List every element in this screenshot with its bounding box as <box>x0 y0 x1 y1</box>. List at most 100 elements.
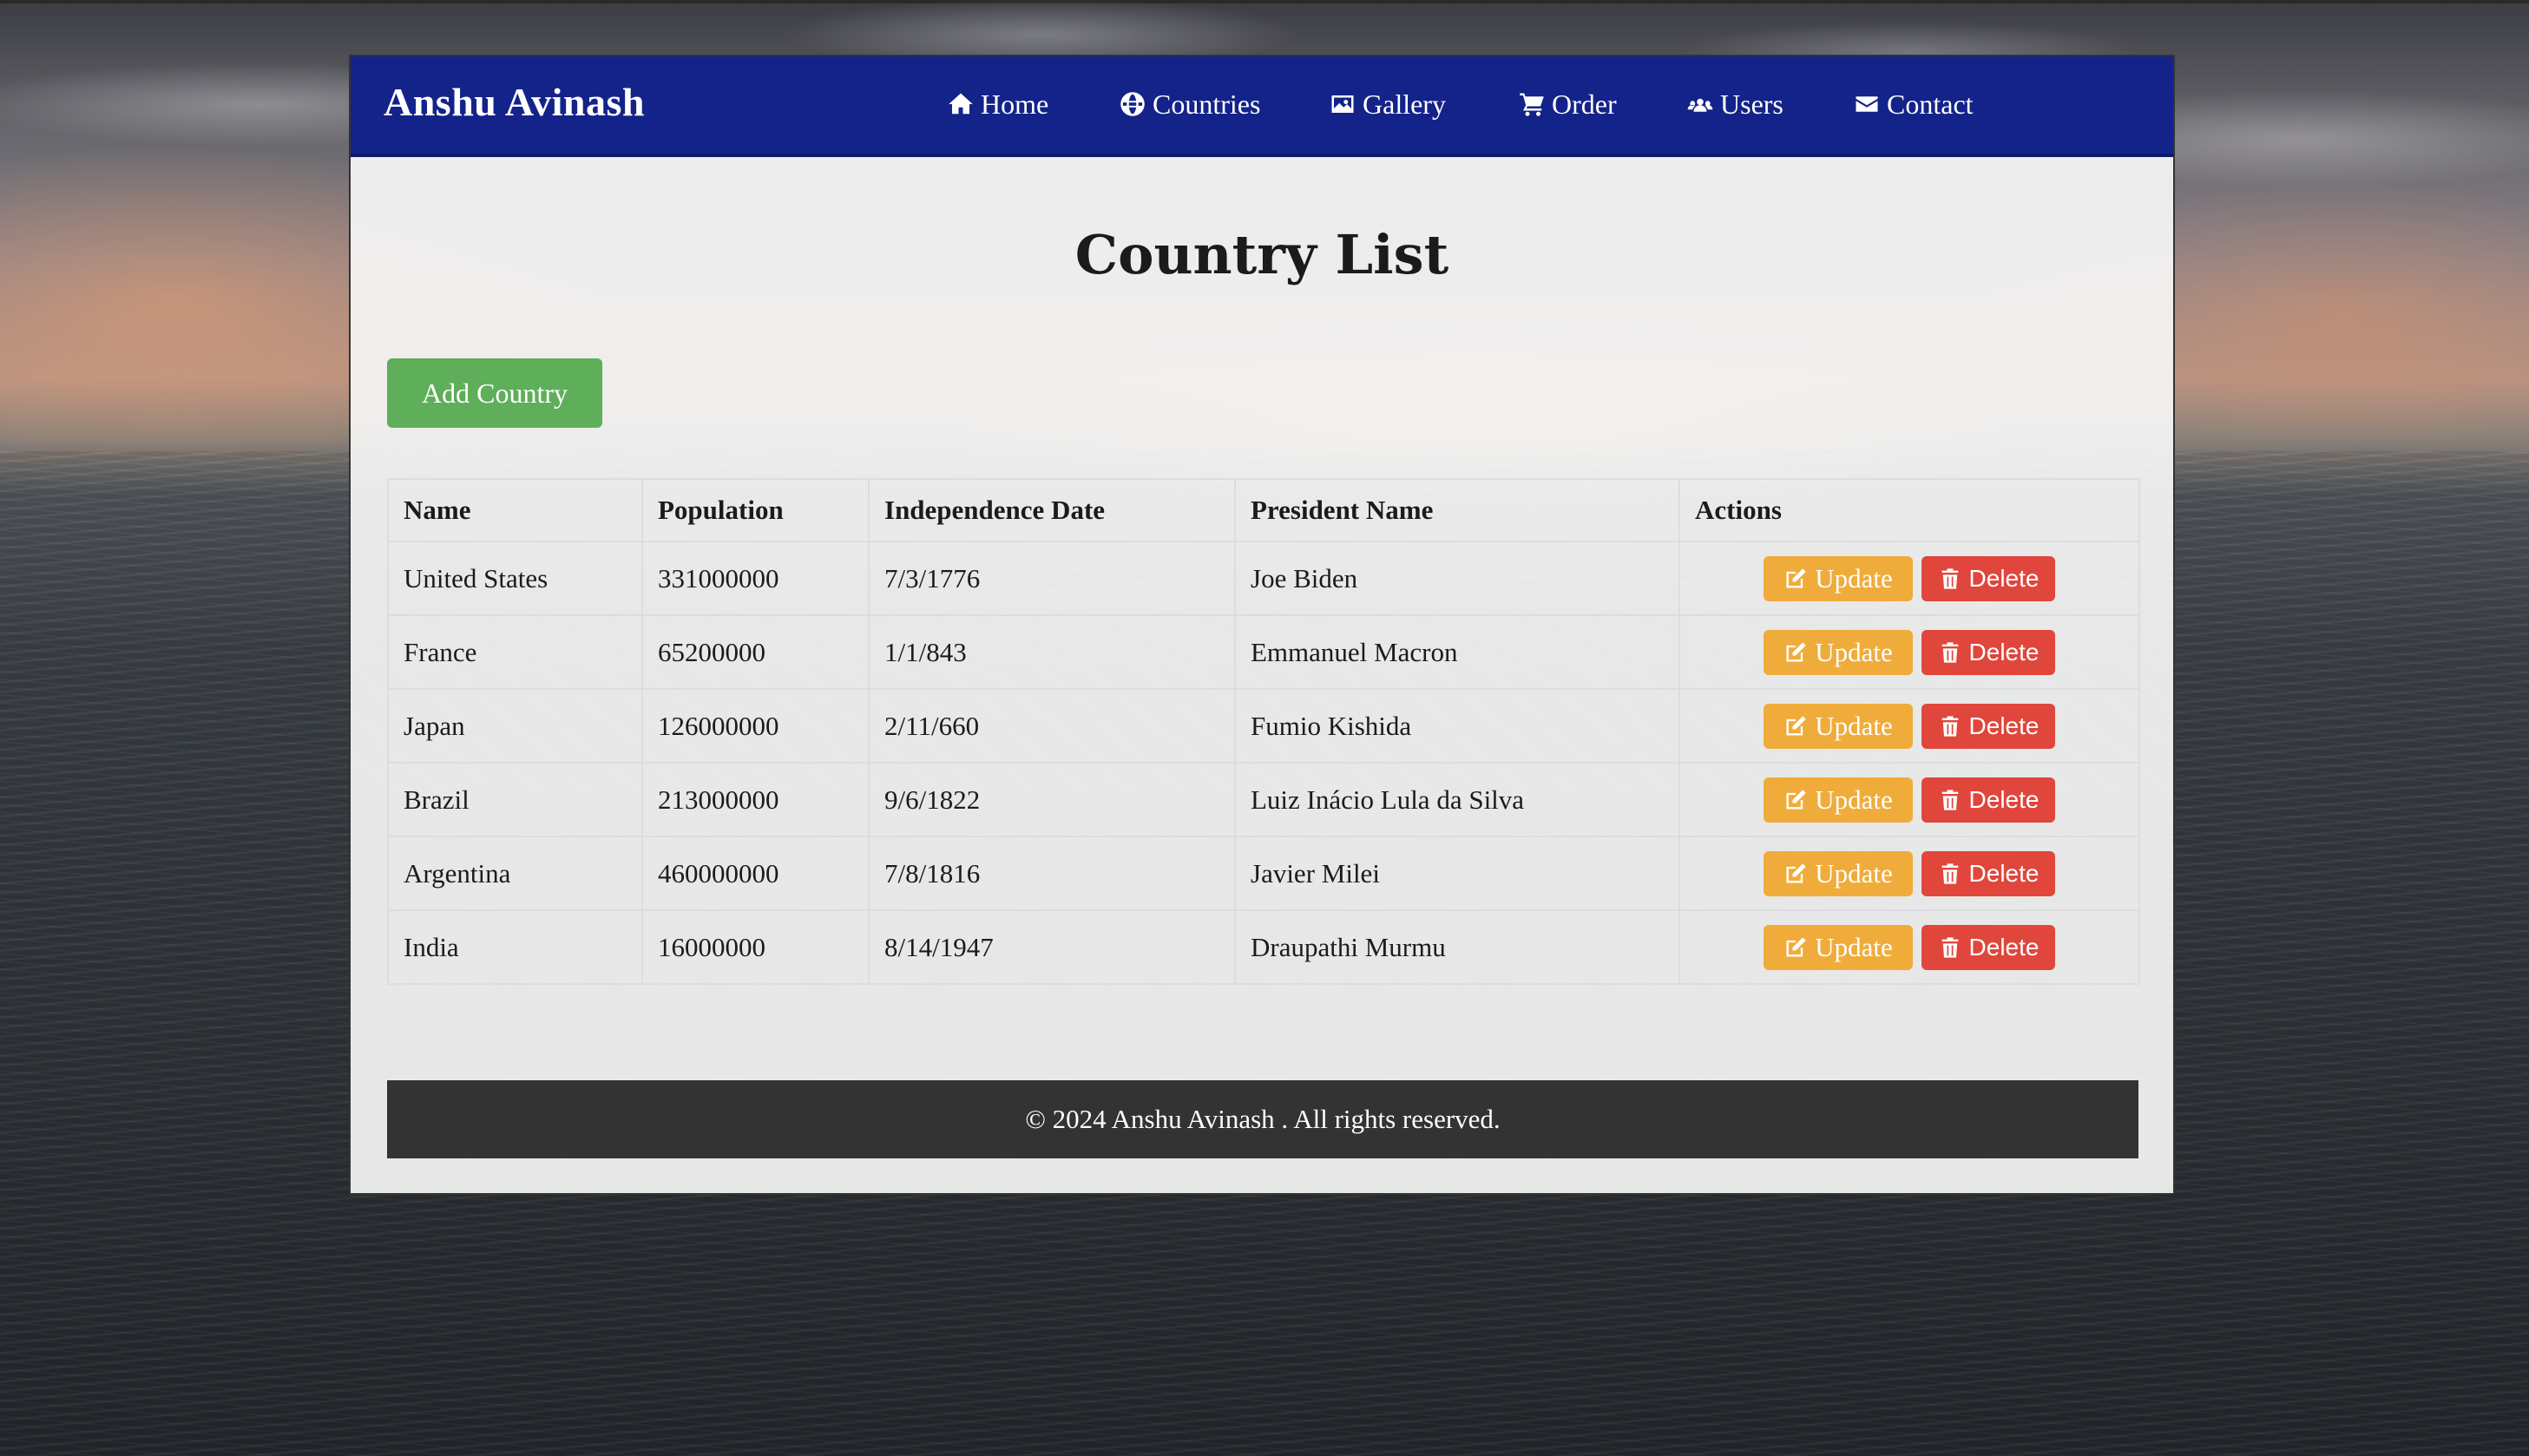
nav-contact[interactable]: Contact <box>1854 82 1974 126</box>
table-row: United States 331000000 7/3/1776 Joe Bid… <box>387 541 2140 616</box>
cell-independence-date: 2/11/660 <box>868 688 1236 764</box>
users-icon <box>1687 98 1713 112</box>
nav-order[interactable]: Order <box>1519 82 1617 126</box>
country-table: Name Population Independence Date Presid… <box>387 478 2140 985</box>
delete-button[interactable]: Delete <box>1921 629 2055 675</box>
nav-users-label: Users <box>1720 88 1783 120</box>
cell-independence-date: 8/14/1947 <box>868 909 1236 985</box>
delete-button[interactable]: Delete <box>1921 850 2055 896</box>
cell-actions: Update Delete <box>1678 762 2140 837</box>
nav-countries[interactable]: Countries <box>1120 82 1260 126</box>
nav-gallery-label: Gallery <box>1363 88 1446 120</box>
cell-president-name: Javier Milei <box>1234 836 1680 911</box>
nav-gallery[interactable]: Gallery <box>1330 82 1446 126</box>
cell-name: France <box>387 614 643 690</box>
header-president-name: President Name <box>1234 478 1680 542</box>
table-row: India 16000000 8/14/1947 Draupathi Murmu… <box>387 909 2140 985</box>
home-icon <box>949 93 973 115</box>
edit-icon <box>1786 936 1806 956</box>
cell-name: Argentina <box>387 836 643 911</box>
edit-icon <box>1786 641 1806 661</box>
header-actions: Actions <box>1678 478 2140 542</box>
header-independence-date: Independence Date <box>868 478 1236 542</box>
delete-button[interactable]: Delete <box>1921 777 2055 823</box>
table-row: Brazil 213000000 9/6/1822 Luiz Inácio Lu… <box>387 762 2140 837</box>
cell-population: 213000000 <box>641 762 870 837</box>
update-button[interactable]: Update <box>1764 555 1913 601</box>
cell-independence-date: 1/1/843 <box>868 614 1236 690</box>
image-icon <box>1331 95 1354 113</box>
update-button-label: Update <box>1815 710 1893 741</box>
cell-president-name: Joe Biden <box>1234 541 1680 616</box>
table-row: France 65200000 1/1/843 Emmanuel Macron … <box>387 614 2140 690</box>
update-button[interactable]: Update <box>1764 850 1913 896</box>
trash-icon <box>1941 862 1958 884</box>
edit-icon <box>1786 567 1806 587</box>
delete-button-label: Delete <box>1968 785 2040 813</box>
update-button[interactable]: Update <box>1764 924 1913 970</box>
cell-name: Brazil <box>387 762 643 837</box>
edit-icon <box>1786 789 1806 809</box>
footer: © 2024 Anshu Avinash . All rights reserv… <box>387 1080 2138 1158</box>
delete-button-label: Delete <box>1968 564 2040 592</box>
trash-icon <box>1941 567 1958 589</box>
delete-button-label: Delete <box>1968 859 2040 887</box>
cell-population: 331000000 <box>641 541 870 616</box>
table-row: Argentina 460000000 7/8/1816 Javier Mile… <box>387 836 2140 911</box>
delete-button-label: Delete <box>1968 638 2040 666</box>
cell-independence-date: 7/3/1776 <box>868 541 1236 616</box>
update-button-label: Update <box>1815 784 1893 815</box>
cell-population: 126000000 <box>641 688 870 764</box>
update-button[interactable]: Update <box>1764 703 1913 749</box>
globe-icon <box>1120 92 1145 116</box>
add-country-button[interactable]: Add Country <box>387 358 602 428</box>
cell-population: 16000000 <box>641 909 870 985</box>
update-button-label: Update <box>1815 562 1893 594</box>
cell-actions: Update Delete <box>1678 541 2140 616</box>
page-title: Country List <box>1074 223 1449 286</box>
update-button[interactable]: Update <box>1764 777 1913 823</box>
nav-home[interactable]: Home <box>948 82 1048 126</box>
brand-name[interactable]: Anshu Avinash <box>384 79 645 125</box>
cell-president-name: Fumio Kishida <box>1234 688 1680 764</box>
header-name: Name <box>387 478 643 542</box>
update-button-label: Update <box>1815 931 1893 962</box>
table-row: Japan 126000000 2/11/660 Fumio Kishida U… <box>387 688 2140 764</box>
update-button-label: Update <box>1815 857 1893 889</box>
cell-name: Japan <box>387 688 643 764</box>
cell-name: India <box>387 909 643 985</box>
cell-population: 65200000 <box>641 614 870 690</box>
browser-top-edge <box>0 0 2529 3</box>
cell-independence-date: 9/6/1822 <box>868 762 1236 837</box>
update-button-label: Update <box>1815 636 1893 667</box>
cell-president-name: Luiz Inácio Lula da Silva <box>1234 762 1680 837</box>
cell-actions: Update Delete <box>1678 614 2140 690</box>
cell-president-name: Draupathi Murmu <box>1234 909 1680 985</box>
table-header-row: Name Population Independence Date Presid… <box>387 478 2140 542</box>
nav-countries-label: Countries <box>1153 88 1261 120</box>
edit-icon <box>1786 862 1806 882</box>
header-population: Population <box>641 478 870 542</box>
envelope-icon <box>1856 96 1878 112</box>
main-container: Anshu Avinash Home Countries Gallery Ord… <box>349 55 2175 1195</box>
delete-button[interactable]: Delete <box>1921 555 2055 601</box>
nav-order-label: Order <box>1552 88 1617 120</box>
nav-contact-label: Contact <box>1887 88 1974 120</box>
delete-button[interactable]: Delete <box>1921 703 2055 749</box>
cell-name: United States <box>387 541 643 616</box>
update-button[interactable]: Update <box>1764 629 1913 675</box>
cart-icon <box>1520 93 1544 116</box>
delete-button-label: Delete <box>1968 933 2040 961</box>
cell-population: 460000000 <box>641 836 870 911</box>
nav-home-label: Home <box>981 88 1049 120</box>
cell-actions: Update Delete <box>1678 836 2140 911</box>
cell-actions: Update Delete <box>1678 909 2140 985</box>
edit-icon <box>1786 715 1806 735</box>
trash-icon <box>1941 641 1958 663</box>
nav-users[interactable]: Users <box>1687 82 1783 126</box>
cell-independence-date: 7/8/1816 <box>868 836 1236 911</box>
delete-button-label: Delete <box>1968 712 2040 739</box>
trash-icon <box>1941 715 1958 737</box>
cell-president-name: Emmanuel Macron <box>1234 614 1680 690</box>
delete-button[interactable]: Delete <box>1921 924 2055 970</box>
